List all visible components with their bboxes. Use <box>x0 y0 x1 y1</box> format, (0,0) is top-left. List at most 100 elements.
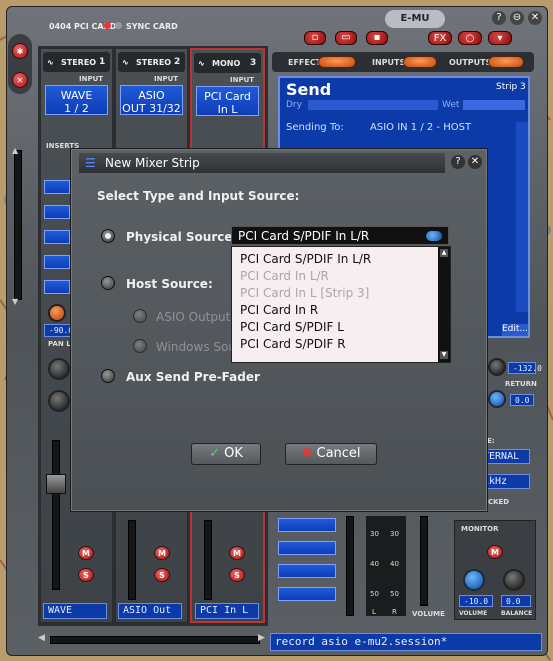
solo-button[interactable]: S <box>78 568 94 582</box>
minimize-button[interactable]: ⊖ <box>510 11 524 25</box>
dropdown-option[interactable]: PCI Card S/PDIF R <box>232 336 436 353</box>
send-slot[interactable] <box>278 587 336 601</box>
master-fader-track <box>346 516 354 616</box>
fx-button[interactable]: FX <box>428 31 452 45</box>
pan-knob[interactable] <box>48 304 66 322</box>
strip-name[interactable]: PCI In L <box>195 603 259 619</box>
meter-tick: 30 <box>390 530 399 538</box>
insert-slot[interactable] <box>44 255 70 269</box>
send-scrollbar[interactable] <box>516 122 528 312</box>
input-selector[interactable]: ASIO OUT 31/32 <box>120 85 183 115</box>
scroll-left-icon[interactable]: ◀ <box>38 633 45 643</box>
mute-button[interactable]: M <box>154 546 170 560</box>
tab-inputs-label: INPUTS <box>372 58 406 67</box>
asio-output-radio[interactable] <box>133 309 147 323</box>
scroll-right-icon[interactable]: ▶ <box>258 633 265 643</box>
dialog-heading: Select Type and Input Source: <box>97 189 300 203</box>
meter-tick: 50 <box>370 590 379 598</box>
vertical-scrollbar[interactable] <box>14 150 22 300</box>
aux-send-label: Aux Send Pre-Fader <box>126 370 260 384</box>
fader-handle[interactable] <box>46 474 66 494</box>
new-session-icon[interactable]: ▫ <box>304 31 326 45</box>
dropdown-arrow-icon[interactable]: ▾ <box>488 31 512 45</box>
input-selector[interactable]: WAVE 1 / 2 <box>45 85 108 115</box>
return-knob[interactable] <box>488 358 506 376</box>
tab-outputs[interactable] <box>488 56 524 68</box>
monitor-mute-button[interactable]: M <box>487 545 503 559</box>
fader-track <box>128 520 136 600</box>
source-dropdown-list: PCI Card S/PDIF In L/R PCI Card In L/R P… <box>231 246 451 363</box>
fader-track <box>52 440 60 590</box>
open-folder-icon[interactable]: ▭ <box>335 31 357 45</box>
save-icon[interactable]: ▪ <box>366 31 388 45</box>
host-source-radio[interactable] <box>101 276 115 290</box>
strip-header: ∿ STEREO 1 <box>43 52 110 72</box>
wet-value-box <box>463 100 525 110</box>
sending-to-label: Sending To: <box>286 122 344 133</box>
remove-strip-button[interactable]: ✕ <box>12 72 28 88</box>
dropdown-arrow-icon[interactable] <box>426 231 442 241</box>
dialog-title: New Mixer Strip <box>105 156 200 170</box>
mute-button[interactable]: M <box>229 546 245 560</box>
insert-slot[interactable] <box>44 280 70 294</box>
scroll-up-icon[interactable]: ▲ <box>12 146 24 155</box>
volume-label: VOLUME <box>412 610 445 618</box>
strip-type: STEREO <box>61 58 97 67</box>
physical-source-select[interactable]: PCI Card S/PDIF In L/R <box>231 226 449 245</box>
input-selector[interactable]: PCI Card In L <box>196 86 259 116</box>
send-slot[interactable] <box>278 564 336 578</box>
dropdown-scrollbar[interactable]: ▲ ▼ <box>438 247 450 362</box>
tab-bar: EFFECT INPUTS OUTPUTS <box>272 52 534 72</box>
monitor-volume-knob[interactable] <box>463 569 485 591</box>
add-strip-button[interactable]: ✱ <box>12 43 28 59</box>
aux-send-knob[interactable] <box>48 358 70 380</box>
dry-label: Dry <box>286 100 302 110</box>
scroll-down-icon[interactable]: ▼ <box>12 297 24 306</box>
dropdown-options: PCI Card S/PDIF In L/R PCI Card In L/R P… <box>232 251 436 353</box>
send-slot[interactable] <box>278 518 336 532</box>
help-button[interactable]: ? <box>492 11 506 25</box>
physical-source-radio[interactable] <box>101 229 115 243</box>
strip-number: 3 <box>250 58 257 68</box>
aux-send-knob[interactable] <box>48 390 70 412</box>
send-slot[interactable] <box>278 541 336 555</box>
dropdown-option[interactable]: PCI Card In R <box>232 302 436 319</box>
dropdown-scroll-up-icon[interactable]: ▲ <box>440 249 448 257</box>
sync-led <box>115 22 122 29</box>
dropdown-option[interactable]: PCI Card S/PDIF In L/R <box>232 251 436 268</box>
meter-tick: 40 <box>390 560 399 568</box>
dropdown-scroll-down-icon[interactable]: ▼ <box>440 351 448 359</box>
aux-send-radio[interactable] <box>101 369 115 383</box>
cancel-button[interactable]: ✖ Cancel <box>285 443 377 465</box>
dialog-close-button[interactable]: ✕ <box>468 155 482 169</box>
emu-logo: E-MU <box>385 10 445 28</box>
insert-slot[interactable] <box>44 180 70 194</box>
monitor-balance-knob[interactable] <box>503 569 525 591</box>
input-line2: In L <box>217 103 238 116</box>
ok-label: OK <box>224 446 243 461</box>
dropdown-option[interactable]: PCI Card S/PDIF L <box>232 319 436 336</box>
tab-inputs[interactable] <box>403 56 437 68</box>
dialog-help-button[interactable]: ? <box>451 155 465 169</box>
dropdown-option: PCI Card In L [Strip 3] <box>240 286 370 300</box>
strip-name[interactable]: ASIO Out <box>118 603 182 619</box>
insert-slot[interactable] <box>44 230 70 244</box>
wet-label: Wet <box>442 100 460 110</box>
insert-slot[interactable] <box>44 205 70 219</box>
input-line2: 1 / 2 <box>64 102 89 115</box>
solo-button[interactable]: S <box>229 568 245 582</box>
tab-effect[interactable] <box>318 56 356 68</box>
horizontal-scrollbar[interactable] <box>50 636 260 644</box>
check-icon: ✓ <box>209 446 220 461</box>
record-icon[interactable]: ○ <box>458 31 482 45</box>
ok-button[interactable]: ✓ OK <box>191 443 261 465</box>
dry-wet-slider[interactable] <box>308 100 438 110</box>
monitor-panel: MONITOR M -10.0 0.0 VOLUME BALANCE <box>454 520 536 620</box>
return-level-knob[interactable] <box>488 390 506 408</box>
solo-button[interactable]: S <box>154 568 170 582</box>
edit-button[interactable]: Edit... <box>502 324 528 336</box>
strip-name[interactable]: WAVE <box>43 603 107 619</box>
close-window-button[interactable]: ✕ <box>528 11 542 25</box>
windows-source-radio[interactable] <box>133 339 147 353</box>
mute-button[interactable]: M <box>78 546 94 560</box>
